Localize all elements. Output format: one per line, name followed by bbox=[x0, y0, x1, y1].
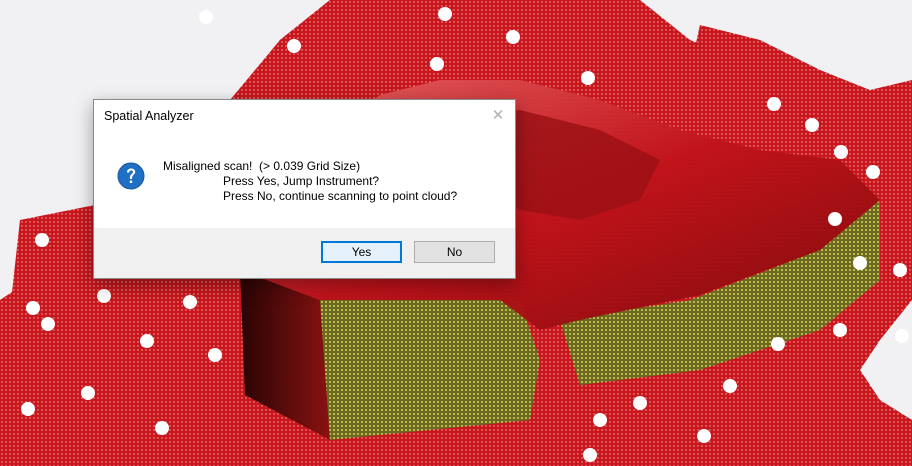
dialog-title: Spatial Analyzer bbox=[104, 109, 194, 123]
yes-button[interactable]: Yes bbox=[321, 241, 402, 263]
dialog-content: Misaligned scan! (> 0.039 Grid Size) Pre… bbox=[94, 133, 515, 228]
message-line-1: Misaligned scan! (> 0.039 Grid Size) bbox=[163, 159, 361, 173]
no-button[interactable]: No bbox=[414, 241, 495, 263]
question-icon bbox=[117, 162, 145, 190]
dialog-titlebar[interactable]: Spatial Analyzer ✕ bbox=[94, 100, 515, 133]
dialog-footer: Yes No bbox=[94, 228, 515, 278]
message-line-2: Press Yes, Jump Instrument? bbox=[223, 174, 380, 188]
part-side-front bbox=[320, 300, 540, 440]
close-button[interactable]: ✕ bbox=[481, 100, 515, 130]
message-line-3: Press No, continue scanning to point clo… bbox=[223, 189, 458, 203]
dialog-message: Misaligned scan! (> 0.039 Grid Size) Pre… bbox=[163, 159, 457, 204]
close-icon: ✕ bbox=[491, 107, 505, 124]
message-dialog: Spatial Analyzer ✕ Misaligned scan! (> 0… bbox=[93, 99, 516, 279]
